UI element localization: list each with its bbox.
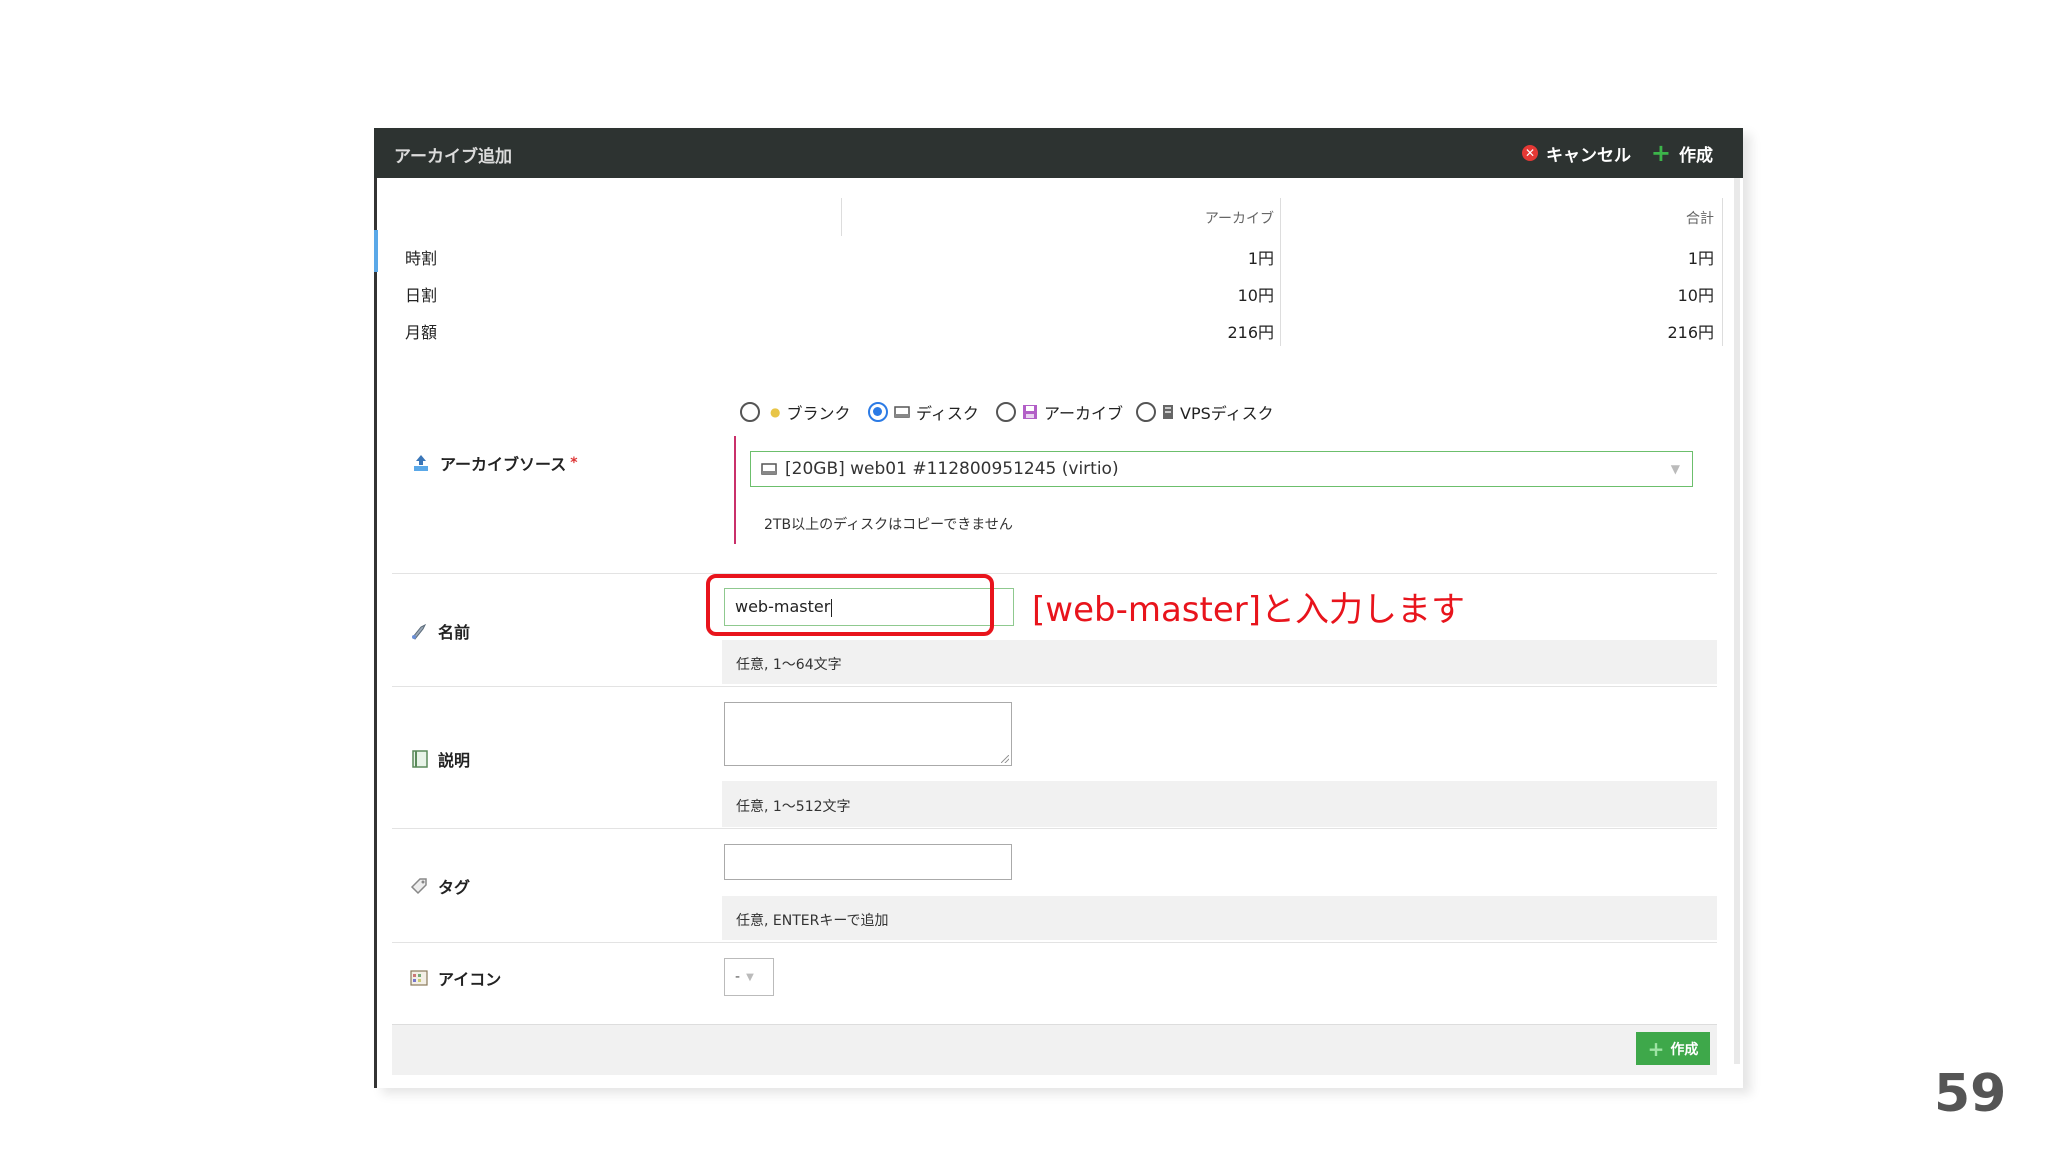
source-option-vps-disk[interactable]: VPSディスク <box>1136 400 1274 424</box>
tag-icon <box>410 878 427 895</box>
create-button-bottom-label: 作成 <box>1670 1041 1699 1058</box>
tag-hint: 任意, ENTERキーで追加 <box>736 913 889 929</box>
row-label-daily: 日割 <box>405 286 438 305</box>
form-divider <box>392 828 1717 829</box>
cancel-button[interactable]: ✕ キャンセル <box>1522 140 1631 166</box>
source-option-archive[interactable]: アーカイブ <box>996 400 1123 424</box>
table-header-archive: アーカイブ <box>1204 211 1274 227</box>
daily-archive-price: 10円 <box>1237 286 1274 305</box>
source-note: 2TB以上のディスクはコピーできません <box>764 517 1013 533</box>
create-button-bottom[interactable]: + 作成 <box>1636 1032 1710 1065</box>
row-accent <box>374 230 378 272</box>
chevron-down-icon: ▼ <box>1670 462 1680 476</box>
cancel-button-label: キャンセル <box>1546 145 1631 166</box>
annotation-text: [web-master]と入力します <box>1032 590 1466 630</box>
hourly-archive-price: 1円 <box>1247 249 1274 268</box>
table-divider <box>1722 198 1723 346</box>
archive-floppy-icon <box>1023 405 1037 419</box>
monthly-total-price: 216円 <box>1667 323 1714 342</box>
name-hint: 任意, 1〜64文字 <box>736 657 842 673</box>
form-divider <box>392 942 1717 943</box>
source-option-vps-disk-label: VPSディスク <box>1180 404 1274 423</box>
hourly-total-price: 1円 <box>1687 249 1714 268</box>
table-divider <box>841 198 842 236</box>
daily-total-price: 10円 <box>1677 286 1714 305</box>
name-label: 名前 <box>410 619 470 643</box>
source-option-disk-label: ディスク <box>916 404 979 423</box>
source-option-archive-label: アーカイブ <box>1044 404 1124 423</box>
icon-grid-icon <box>410 970 428 986</box>
source-selected-value: [20GB] web01 #112800951245 (virtio) <box>785 459 1119 479</box>
notebook-icon <box>412 750 428 768</box>
resize-grip[interactable] <box>1001 755 1009 763</box>
description-textarea[interactable] <box>724 702 1012 766</box>
radio-disk-selected[interactable] <box>868 402 888 422</box>
upload-icon <box>414 455 428 471</box>
dialog-titlebar: アーカイブ追加 ✕ キャンセル + 作成 <box>374 128 1743 178</box>
chevron-down-icon: ▼ <box>746 971 754 983</box>
name-input-edge <box>1002 588 1014 626</box>
disk-icon <box>894 406 910 418</box>
required-mark: * <box>570 455 578 471</box>
tag-hint-bar: 任意, ENTERキーで追加 <box>722 896 1717 940</box>
description-label: 説明 <box>412 747 470 771</box>
icon-select-value: - <box>735 969 741 985</box>
source-group-bracket <box>734 436 736 544</box>
radio-blank[interactable] <box>740 402 760 422</box>
form-divider <box>392 686 1717 687</box>
scrollbar[interactable] <box>1734 178 1740 1064</box>
form-divider <box>392 573 1717 574</box>
disk-icon <box>761 463 777 475</box>
create-button-top[interactable]: + 作成 <box>1651 140 1713 166</box>
row-label-monthly: 月額 <box>405 323 438 342</box>
dialog-footer <box>392 1024 1717 1075</box>
source-option-disk[interactable]: ディスク <box>868 400 979 424</box>
name-hint-bar: 任意, 1〜64文字 <box>722 640 1717 684</box>
table-divider <box>1280 198 1281 346</box>
source-option-blank-label: ブランク <box>786 404 851 423</box>
icon-label: アイコン <box>410 966 501 990</box>
cancel-x-icon: ✕ <box>1522 145 1538 161</box>
tag-label: タグ <box>410 874 470 898</box>
radio-archive[interactable] <box>996 402 1016 422</box>
dialog-title: アーカイブ追加 <box>394 147 512 167</box>
tag-input[interactable] <box>724 844 1012 880</box>
vps-disk-icon <box>1163 405 1173 419</box>
create-button-top-label: 作成 <box>1679 145 1713 166</box>
highlight-box <box>706 574 994 636</box>
row-label-hourly: 時割 <box>405 249 438 268</box>
description-hint: 任意, 1〜512文字 <box>736 799 851 815</box>
source-disk-select[interactable]: [20GB] web01 #112800951245 (virtio) ▼ <box>750 451 1693 487</box>
radio-vps-disk[interactable] <box>1136 402 1156 422</box>
table-header-total: 合計 <box>1686 211 1714 227</box>
name-tag-icon <box>412 623 427 640</box>
monthly-archive-price: 216円 <box>1227 323 1274 342</box>
page-number: 59 <box>1934 1064 2007 1124</box>
plus-icon: + <box>1650 139 1671 167</box>
plus-icon: + <box>1647 1036 1665 1061</box>
icon-select[interactable]: - ▼ <box>724 958 774 996</box>
source-option-blank[interactable]: ● ブランク <box>740 400 851 424</box>
radio-dot-icon: ● <box>770 405 781 419</box>
archive-source-label: アーカイブソース * <box>412 451 578 475</box>
description-hint-bar: 任意, 1〜512文字 <box>722 781 1717 827</box>
